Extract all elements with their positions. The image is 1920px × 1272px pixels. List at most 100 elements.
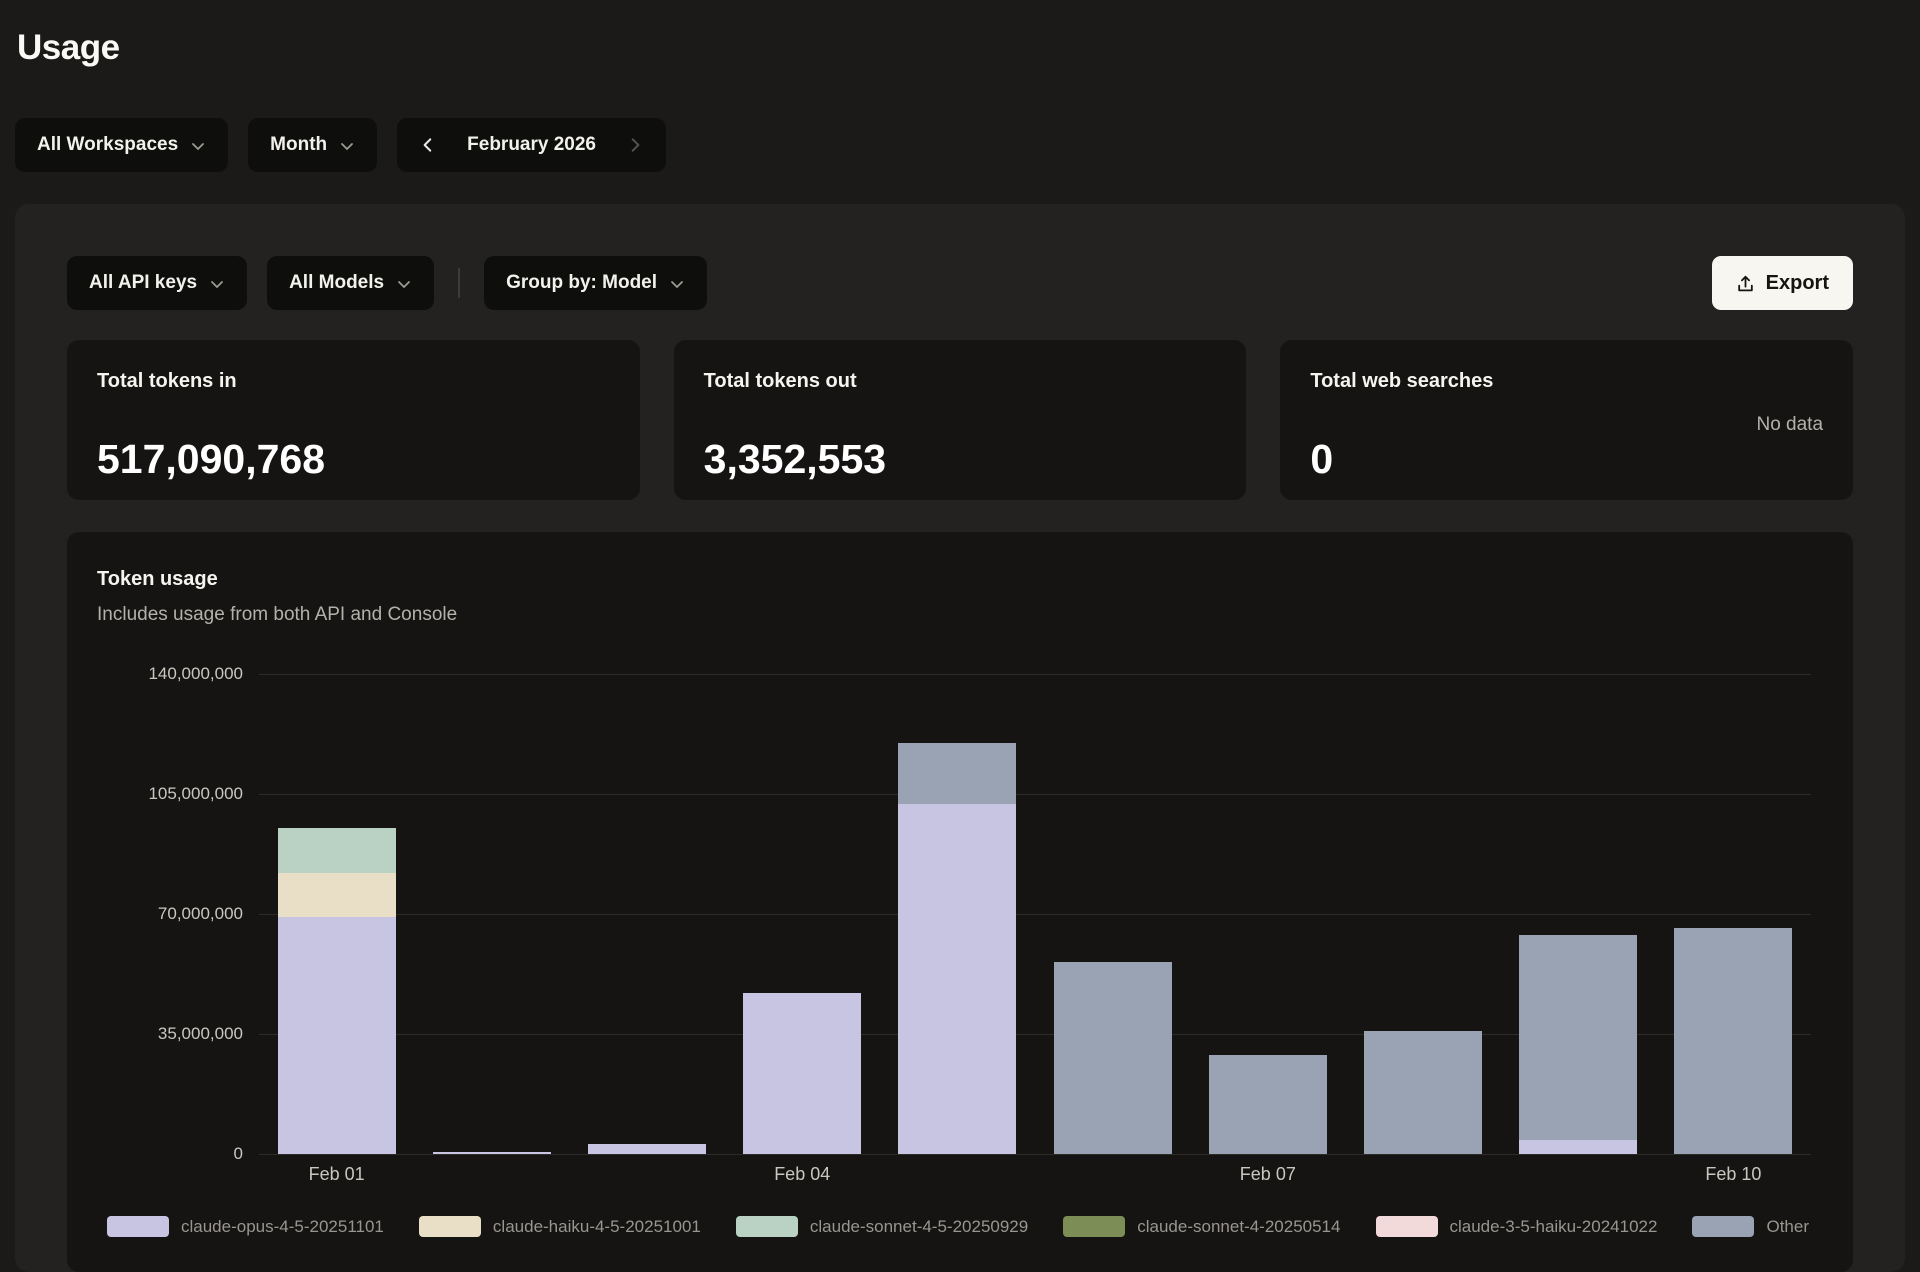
export-icon bbox=[1736, 274, 1755, 293]
bar-segment[interactable] bbox=[278, 917, 396, 1154]
models-dropdown-label: All Models bbox=[289, 272, 384, 294]
panel-toolbar: All API keys All Models Group by: Model bbox=[67, 256, 1853, 310]
bar-stack[interactable] bbox=[588, 1144, 706, 1154]
legend-label: claude-3-5-haiku-20241022 bbox=[1450, 1217, 1658, 1237]
bar-segment[interactable] bbox=[1519, 935, 1637, 1141]
bar-stack[interactable] bbox=[1209, 1055, 1327, 1154]
chart-title: Token usage bbox=[97, 568, 1823, 591]
bar-segment[interactable] bbox=[1364, 1031, 1482, 1154]
chevron-down-icon bbox=[209, 276, 225, 292]
gridline bbox=[259, 1154, 1811, 1155]
legend-label: claude-haiku-4-5-20251001 bbox=[493, 1217, 701, 1237]
bar-slot bbox=[414, 674, 569, 1154]
api-keys-dropdown[interactable]: All API keys bbox=[67, 256, 247, 310]
chevron-down-icon bbox=[669, 276, 685, 292]
bar-slot bbox=[725, 674, 880, 1154]
legend-swatch bbox=[736, 1216, 798, 1237]
chevron-down-icon bbox=[396, 276, 412, 292]
stat-label: Total tokens in bbox=[97, 370, 610, 393]
x-tick-label bbox=[569, 1164, 724, 1188]
toolbar-divider bbox=[458, 268, 460, 298]
legend-label: claude-opus-4-5-20251101 bbox=[181, 1217, 384, 1237]
legend-item: claude-sonnet-4-5-20250929 bbox=[736, 1216, 1028, 1237]
legend-label: Other bbox=[1766, 1217, 1809, 1237]
no-data-note: No data bbox=[1756, 414, 1823, 436]
bar-stack[interactable] bbox=[1519, 935, 1637, 1154]
legend-swatch bbox=[107, 1216, 169, 1237]
bar-segment[interactable] bbox=[743, 993, 861, 1154]
bar-stack[interactable] bbox=[1364, 1031, 1482, 1154]
legend-item: Other bbox=[1692, 1216, 1809, 1237]
bar-stack[interactable] bbox=[278, 828, 396, 1154]
legend-label: claude-sonnet-4-5-20250929 bbox=[810, 1217, 1028, 1237]
bar-segment[interactable] bbox=[278, 828, 396, 873]
page-title: Usage bbox=[17, 28, 1905, 68]
period-dropdown[interactable]: Month bbox=[248, 118, 377, 172]
stat-label: Total web searches bbox=[1310, 370, 1823, 393]
group-by-dropdown[interactable]: Group by: Model bbox=[484, 256, 707, 310]
bar-segment[interactable] bbox=[588, 1144, 706, 1154]
y-tick-label: 35,000,000 bbox=[158, 1024, 243, 1044]
y-tick-label: 0 bbox=[234, 1144, 243, 1164]
bar-stack[interactable] bbox=[898, 743, 1016, 1154]
bar-segment[interactable] bbox=[1209, 1055, 1327, 1154]
usage-page: Usage All Workspaces Month February 2026 bbox=[0, 0, 1920, 1264]
bar-slot bbox=[1345, 674, 1500, 1154]
date-navigator: February 2026 bbox=[397, 118, 666, 172]
x-tick-label bbox=[1035, 1164, 1190, 1188]
x-tick-label: Feb 01 bbox=[259, 1164, 414, 1188]
bar-stack[interactable] bbox=[433, 1152, 551, 1154]
workspaces-dropdown[interactable]: All Workspaces bbox=[15, 118, 228, 172]
bar-segment[interactable] bbox=[898, 804, 1016, 1154]
x-tick-label: Feb 10 bbox=[1656, 1164, 1811, 1188]
group-by-dropdown-label: Group by: Model bbox=[506, 272, 657, 294]
bar-stack[interactable] bbox=[1054, 962, 1172, 1154]
bar-segment[interactable] bbox=[278, 873, 396, 918]
y-tick-label: 105,000,000 bbox=[148, 784, 243, 804]
export-button-label: Export bbox=[1766, 272, 1829, 295]
x-tick-label: Feb 07 bbox=[1190, 1164, 1345, 1188]
stat-card-web-searches: Total web searches No data 0 bbox=[1280, 340, 1853, 500]
legend-swatch bbox=[1376, 1216, 1438, 1237]
x-tick-label bbox=[1345, 1164, 1500, 1188]
api-keys-dropdown-label: All API keys bbox=[89, 272, 197, 294]
y-tick-label: 70,000,000 bbox=[158, 904, 243, 924]
bar-slot bbox=[1656, 674, 1811, 1154]
x-tick-label: Feb 04 bbox=[725, 1164, 880, 1188]
legend-item: claude-sonnet-4-20250514 bbox=[1063, 1216, 1340, 1237]
bar-segment[interactable] bbox=[898, 743, 1016, 805]
bar-slot bbox=[259, 674, 414, 1154]
period-dropdown-label: Month bbox=[270, 134, 327, 156]
legend-item: claude-3-5-haiku-20241022 bbox=[1376, 1216, 1658, 1237]
previous-month-button[interactable] bbox=[411, 125, 445, 165]
chart-plot: 035,000,00070,000,000105,000,000140,000,… bbox=[259, 674, 1811, 1154]
bar-slot bbox=[1035, 674, 1190, 1154]
next-month-button[interactable] bbox=[618, 125, 652, 165]
legend-item: claude-opus-4-5-20251101 bbox=[107, 1216, 384, 1237]
stat-value: 0 bbox=[1310, 439, 1823, 480]
bar-segment[interactable] bbox=[1519, 1140, 1637, 1154]
x-tick-label bbox=[414, 1164, 569, 1188]
current-month-label: February 2026 bbox=[453, 134, 610, 156]
token-usage-chart-card: Token usage Includes usage from both API… bbox=[67, 532, 1853, 1272]
legend-label: claude-sonnet-4-20250514 bbox=[1137, 1217, 1340, 1237]
stat-value: 517,090,768 bbox=[97, 439, 610, 480]
stat-card-tokens-out: Total tokens out 3,352,553 bbox=[674, 340, 1247, 500]
chevron-down-icon bbox=[339, 138, 355, 154]
legend-swatch bbox=[1063, 1216, 1125, 1237]
chevron-down-icon bbox=[190, 138, 206, 154]
stat-label: Total tokens out bbox=[704, 370, 1217, 393]
stats-row: Total tokens in 517,090,768 Total tokens… bbox=[67, 340, 1853, 500]
stat-card-tokens-in: Total tokens in 517,090,768 bbox=[67, 340, 640, 500]
bar-stack[interactable] bbox=[743, 993, 861, 1154]
bar-segment[interactable] bbox=[433, 1152, 551, 1154]
bars-layer bbox=[259, 674, 1811, 1154]
usage-panel: All API keys All Models Group by: Model bbox=[15, 204, 1905, 1272]
stat-value: 3,352,553 bbox=[704, 439, 1217, 480]
export-button[interactable]: Export bbox=[1712, 256, 1853, 310]
bar-segment[interactable] bbox=[1054, 962, 1172, 1154]
models-dropdown[interactable]: All Models bbox=[267, 256, 434, 310]
x-axis: Feb 01 Feb 04 Feb 07 Feb 10 bbox=[259, 1164, 1811, 1188]
bar-segment[interactable] bbox=[1674, 928, 1792, 1154]
bar-stack[interactable] bbox=[1674, 928, 1792, 1154]
